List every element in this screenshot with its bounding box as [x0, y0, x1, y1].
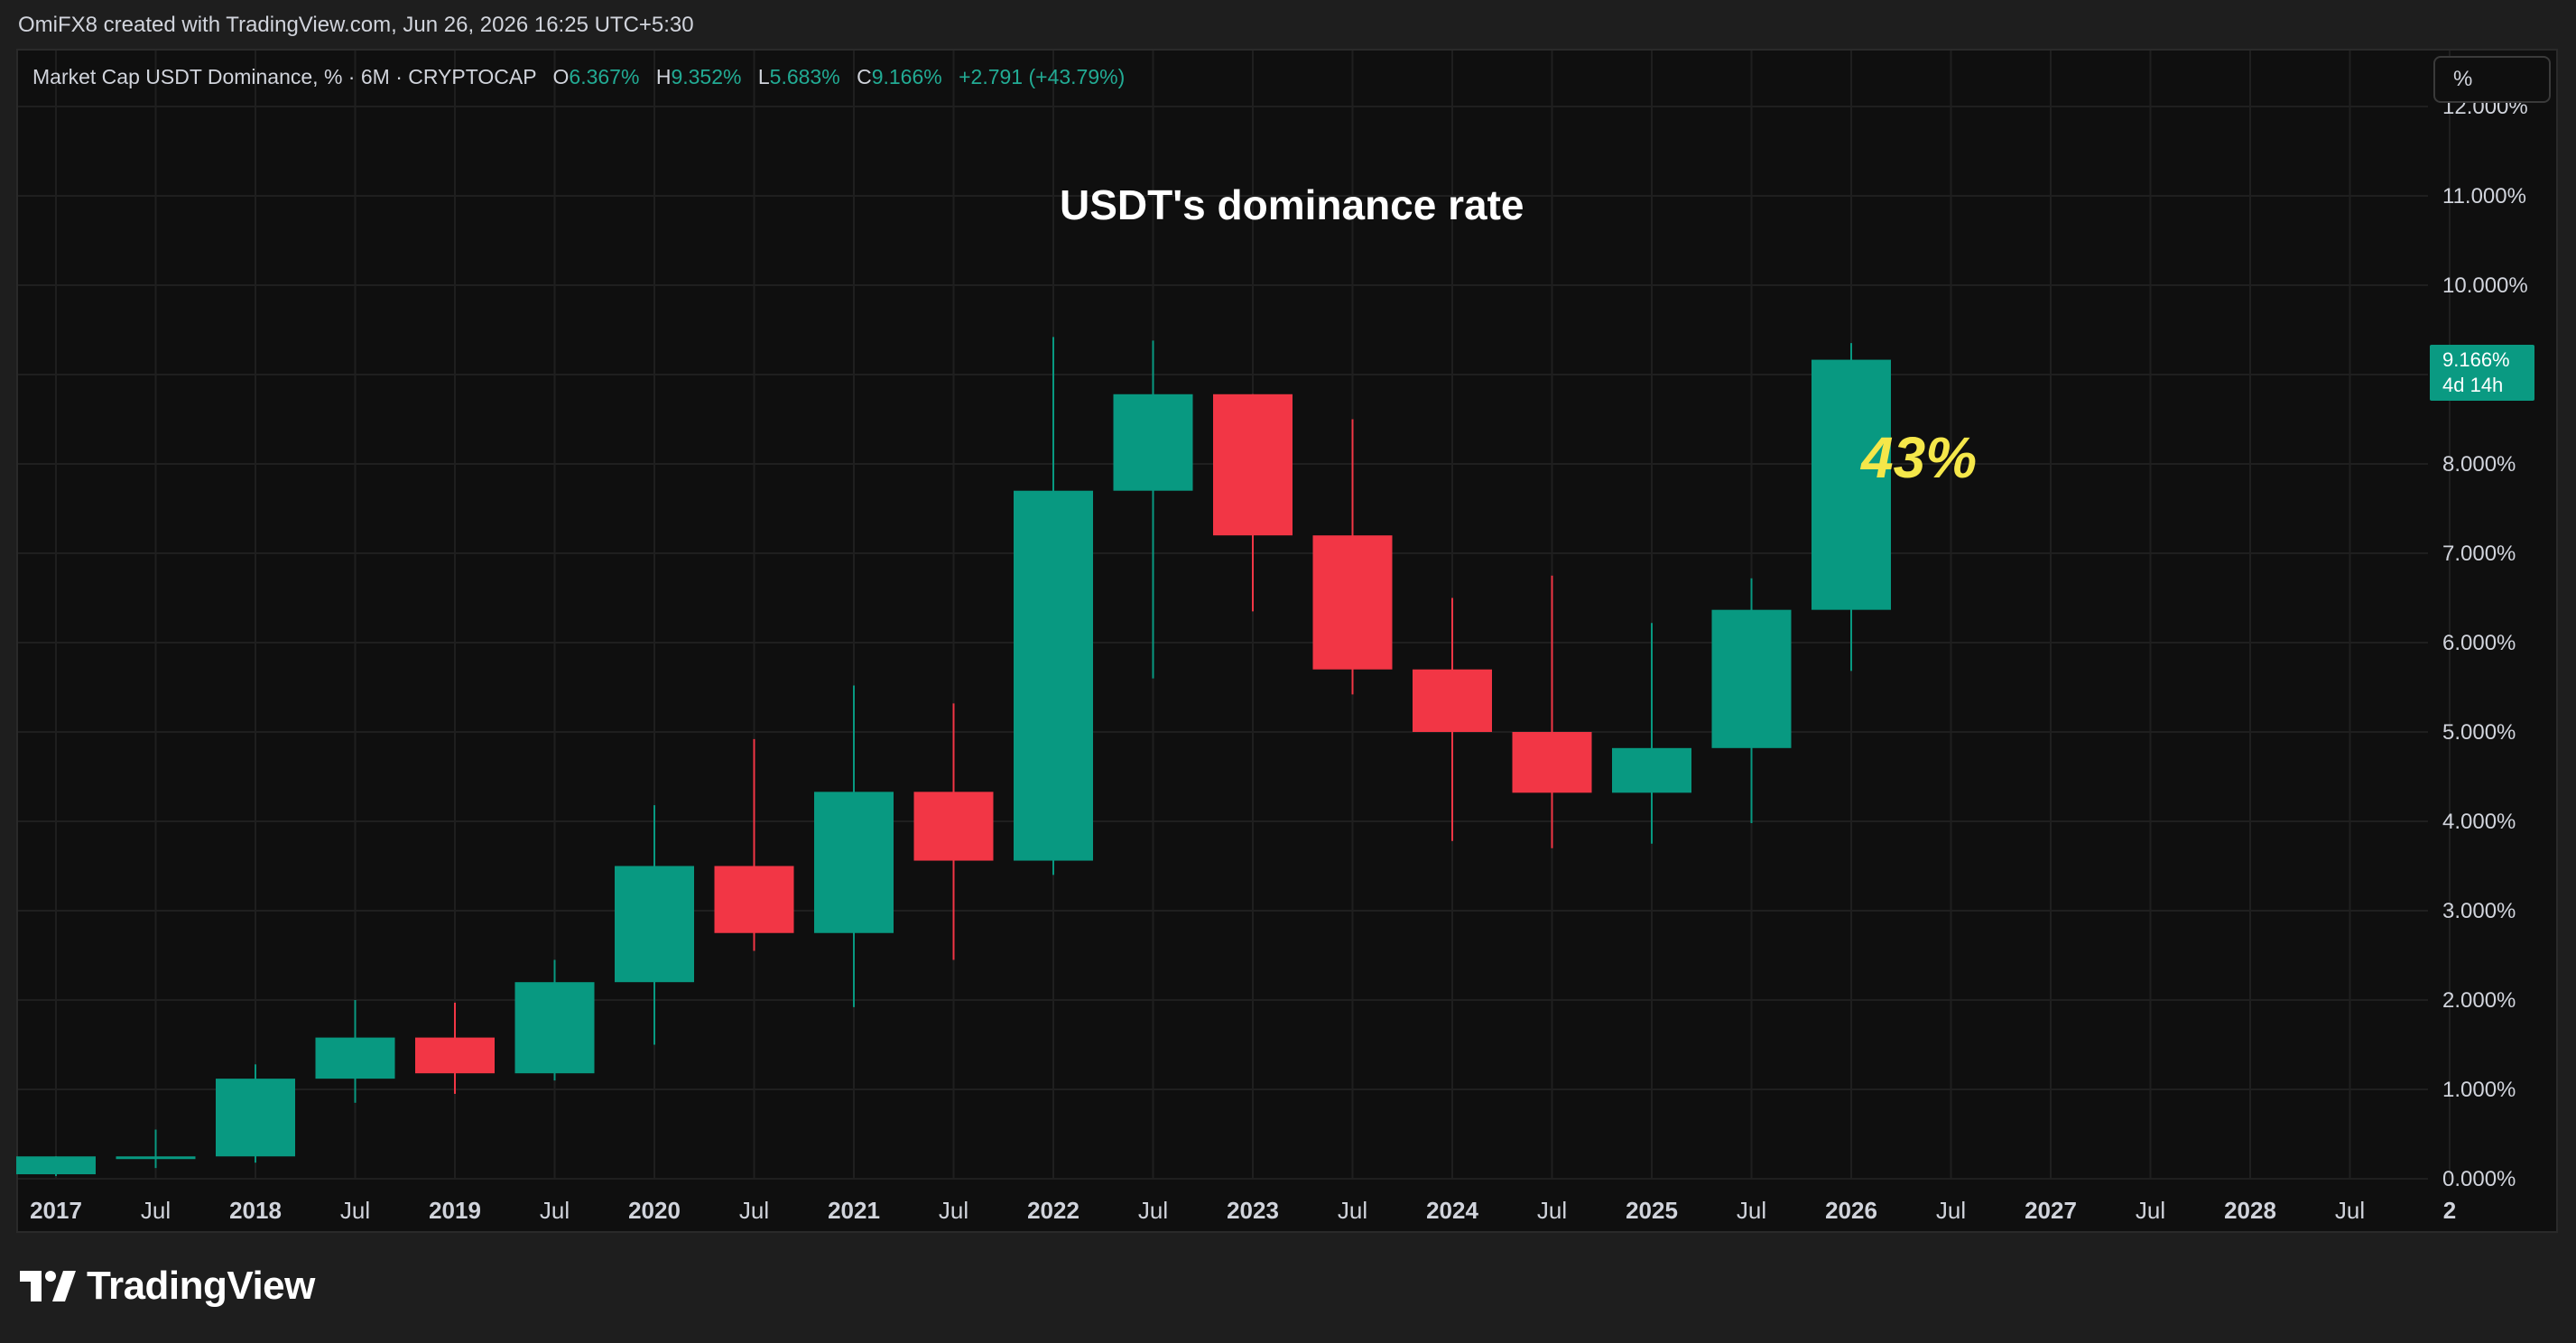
candle-body	[1213, 394, 1293, 536]
legend-open-label: O	[552, 65, 570, 88]
x-axis-ticks: 2017 Jul 2018 Jul 2019 Jul 2020 Jul 2021 Jul 2022 J…	[30, 1197, 2456, 1224]
candle-body	[415, 1037, 495, 1074]
x-tick-label: Jul	[939, 1197, 968, 1224]
x-tick-label: 2	[2443, 1197, 2456, 1224]
x-tick-label: Jul	[2136, 1197, 2165, 1224]
x-tick-label: Jul	[2335, 1197, 2365, 1224]
candle-body	[315, 1037, 395, 1079]
legend-open-value: 6.367%	[569, 65, 640, 88]
candle-body	[1113, 394, 1193, 491]
y-tick-label: 2.000%	[2442, 988, 2516, 1013]
scale-mode-button[interactable]: %	[2433, 56, 2551, 103]
y-tick-label: 8.000%	[2442, 452, 2516, 477]
legend-close-value: 9.166%	[871, 65, 942, 88]
legend-low-label: L	[757, 65, 770, 88]
x-tick-label: 2027	[2025, 1197, 2077, 1224]
y-tick-label: 1.000%	[2442, 1078, 2516, 1102]
x-tick-label: Jul	[1537, 1197, 1567, 1224]
x-tick-label: 2020	[628, 1197, 681, 1224]
candle-body	[814, 792, 894, 933]
candle-body	[1312, 535, 1393, 670]
candle-body	[514, 982, 595, 1074]
x-tick-label: 2022	[1027, 1197, 1080, 1224]
x-tick-label: 2028	[2224, 1197, 2276, 1224]
y-tick-label: 6.000%	[2442, 631, 2516, 655]
candle-body	[913, 792, 994, 861]
candle-body	[1612, 747, 1691, 793]
candle-body	[16, 1156, 96, 1175]
x-tick-label: Jul	[1138, 1197, 1168, 1224]
tradingview-brand: TradingView	[87, 1264, 315, 1308]
x-tick-label: 2026	[1825, 1197, 1877, 1224]
symbol-legend: Market Cap USDT Dominance, % · 6M · CRYP…	[32, 65, 1125, 89]
x-tick-label: Jul	[1737, 1197, 1766, 1224]
x-tick-label: Jul	[540, 1197, 570, 1224]
candle-body	[1413, 669, 1492, 732]
last-price-badge: 9.166% 4d 14h	[2430, 345, 2534, 401]
candle-body	[1512, 732, 1592, 793]
x-tick-label: Jul	[340, 1197, 370, 1224]
y-tick-label: 7.000%	[2442, 542, 2516, 566]
y-tick-label: 10.000%	[2442, 273, 2528, 298]
bar-countdown: 4d 14h	[2442, 374, 2504, 396]
chart-annotation: 43%	[1861, 425, 1978, 490]
y-tick-label: 3.000%	[2442, 899, 2516, 923]
x-tick-label: Jul	[141, 1197, 171, 1224]
x-tick-label: 2021	[828, 1197, 880, 1224]
x-tick-label: 2024	[1426, 1197, 1478, 1224]
candle-body	[714, 866, 794, 933]
x-tick-label: Jul	[739, 1197, 769, 1224]
candle-body	[1711, 609, 1792, 748]
candle-body	[615, 866, 694, 983]
x-tick-label: 2018	[229, 1197, 282, 1224]
x-tick-label: 2025	[1626, 1197, 1678, 1224]
legend-low-value: 5.683%	[769, 65, 840, 88]
candle-body	[116, 1156, 196, 1160]
y-tick-label: 0.000%	[2442, 1167, 2516, 1191]
x-tick-label: 2019	[429, 1197, 481, 1224]
candle-body	[1014, 490, 1093, 861]
legend-high-value: 9.352%	[671, 65, 742, 88]
y-tick-label: 4.000%	[2442, 810, 2516, 834]
legend-symbol: Market Cap USDT Dominance, % · 6M · CRYP…	[32, 65, 537, 88]
tradingview-logo[interactable]: TradingView	[20, 1264, 315, 1309]
candle-body	[216, 1079, 295, 1157]
tradingview-logo-icon	[20, 1271, 76, 1301]
chart-title: USDT's dominance rate	[1060, 181, 1524, 228]
legend-change: +2.791 (+43.79%)	[959, 65, 1126, 88]
last-price-value: 9.166%	[2442, 348, 2510, 371]
x-tick-label: Jul	[1936, 1197, 1966, 1224]
legend-high-label: H	[655, 65, 672, 88]
legend-close-label: C	[857, 65, 872, 88]
y-axis-ticks: 0.000% 1.000% 2.000% 3.000% 4.000% 5.000% 6.00…	[2442, 95, 2528, 1191]
x-tick-label: 2017	[30, 1197, 82, 1224]
x-tick-label: 2023	[1227, 1197, 1279, 1224]
x-tick-label: Jul	[1338, 1197, 1367, 1224]
y-tick-label: 5.000%	[2442, 720, 2516, 745]
